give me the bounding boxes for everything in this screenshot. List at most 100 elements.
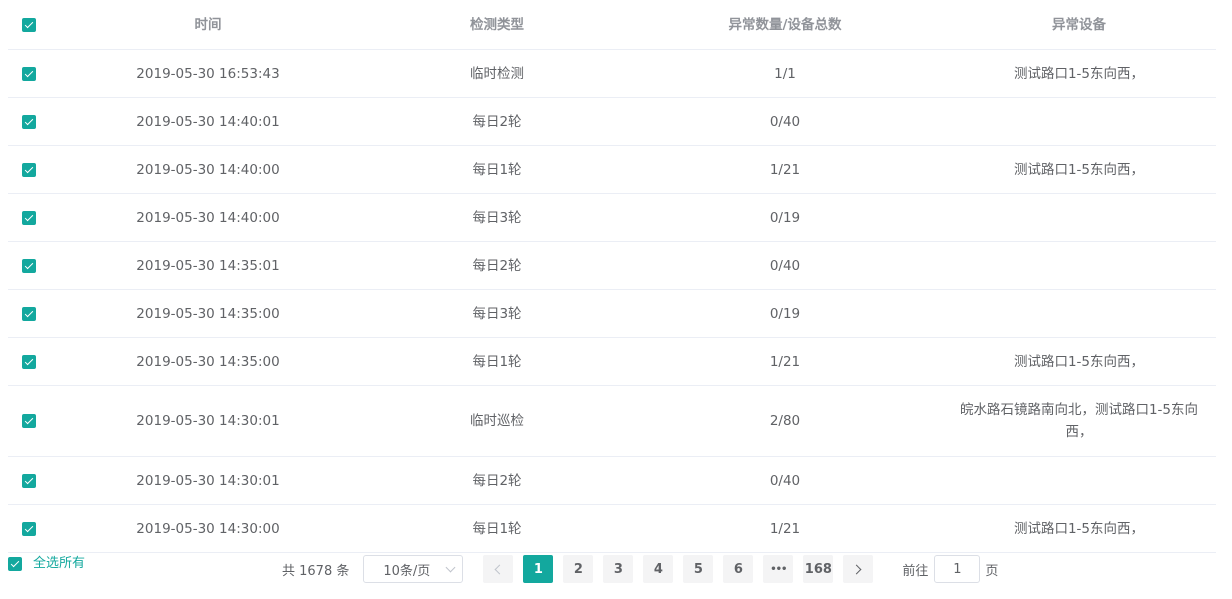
row-time: 2019-05-30 14:40:00 [136, 209, 280, 226]
row-checkbox-icon[interactable] [22, 306, 36, 321]
row-count: 0/19 [769, 209, 801, 226]
page: 时间 检测类型 异常数量/设备总数 异常设备 2019-05-30 16:53:… [0, 0, 1232, 599]
header-check-cell [8, 17, 50, 32]
page-size-value: 10条/页 [383, 563, 431, 579]
row-type: 每日1轮 [472, 520, 522, 537]
table-row[interactable]: 2019-05-30 14:30:01 临时巡检 2/80 皖水路石镜路南向北，测试路… [8, 386, 1216, 457]
row-device: 测试路口1-5东向西， [1013, 520, 1145, 537]
row-count: 1/1 [774, 65, 796, 82]
page-1-button[interactable]: 1 [523, 555, 554, 583]
row-checkbox-icon[interactable] [22, 66, 36, 81]
row-check-cell [8, 414, 50, 428]
next-page-button[interactable] [843, 555, 874, 583]
row-count: 2/80 [769, 413, 801, 429]
row-type: 每日2轮 [472, 257, 522, 274]
row-type: 临时检测 [470, 65, 524, 82]
row-checkbox-icon[interactable] [22, 354, 36, 369]
header-time[interactable]: 时间 [50, 14, 366, 36]
row-check-cell [8, 114, 50, 129]
row-checkbox-icon[interactable] [22, 210, 36, 225]
page-size-select[interactable]: 10条/页 [363, 555, 464, 583]
row-checkbox-icon[interactable] [22, 414, 36, 428]
more-pages-button[interactable]: ••• [763, 555, 794, 583]
row-count: 0/40 [769, 257, 801, 274]
table-row[interactable]: 2019-05-30 16:53:43 临时检测 1/1 测试路口1-5东向西， [8, 50, 1216, 98]
row-check-cell [8, 354, 50, 369]
row-check-cell [8, 521, 50, 536]
select-all[interactable]: 全选所有 [8, 554, 85, 574]
select-all-checkbox-icon[interactable] [8, 557, 22, 571]
row-count: 0/40 [769, 472, 801, 489]
row-check-cell [8, 210, 50, 225]
header-device[interactable]: 异常设备 [942, 14, 1216, 36]
header-type[interactable]: 检测类型 [366, 14, 628, 36]
chevron-down-icon [445, 562, 456, 573]
row-device: 测试路口1-5东向西， [1013, 353, 1145, 370]
table-row[interactable]: 2019-05-30 14:40:00 每日1轮 1/21 测试路口1-5东向西， [8, 146, 1216, 194]
row-count: 0/40 [769, 113, 801, 130]
pagination: 共 1678 条 10条/页 1 2 3 4 5 6 ••• 168 前往 页 [282, 555, 998, 583]
row-checkbox-icon[interactable] [22, 162, 36, 177]
row-type: 每日3轮 [472, 209, 522, 226]
row-count: 1/21 [769, 353, 801, 370]
row-count: 1/21 [769, 520, 801, 537]
table-row[interactable]: 2019-05-30 14:40:00 每日3轮 0/19 [8, 194, 1216, 242]
row-time: 2019-05-30 14:40:00 [136, 161, 280, 178]
header-checkbox-icon[interactable] [22, 17, 36, 32]
row-time: 2019-05-30 14:35:01 [136, 257, 280, 274]
row-type: 每日1轮 [472, 353, 522, 370]
goto-page: 前往 页 [902, 555, 998, 583]
row-checkbox-icon[interactable] [22, 473, 36, 488]
row-time: 2019-05-30 16:53:43 [136, 65, 280, 82]
row-type: 每日3轮 [472, 305, 522, 322]
row-time: 2019-05-30 14:30:01 [136, 472, 280, 489]
page-2-button[interactable]: 2 [563, 555, 594, 583]
goto-prefix: 前往 [902, 563, 929, 579]
row-device: 测试路口1-5东向西， [1013, 161, 1145, 178]
table-row[interactable]: 2019-05-30 14:30:00 每日1轮 1/21 测试路口1-5东向西， [8, 505, 1216, 553]
page-3-button[interactable]: 3 [603, 555, 634, 583]
chevron-right-icon [851, 564, 862, 574]
row-device: 皖水路石镜路南向北，测试路口1-5东向西， [959, 402, 1199, 440]
row-checkbox-icon[interactable] [22, 521, 36, 536]
row-time: 2019-05-30 14:30:00 [136, 520, 280, 537]
prev-page-button[interactable] [483, 555, 514, 583]
select-all-label[interactable]: 全选所有 [33, 554, 85, 574]
goto-suffix: 页 [985, 563, 999, 579]
inspection-table: 时间 检测类型 异常数量/设备总数 异常设备 2019-05-30 16:53:… [8, 0, 1216, 553]
row-count: 1/21 [769, 161, 801, 178]
row-time: 2019-05-30 14:30:01 [136, 413, 280, 429]
row-time: 2019-05-30 14:35:00 [136, 305, 280, 322]
row-check-cell [8, 258, 50, 273]
row-check-cell [8, 473, 50, 488]
total-count: 共 1678 条 [282, 563, 350, 579]
table-row[interactable]: 2019-05-30 14:30:01 每日2轮 0/40 [8, 457, 1216, 505]
table-row[interactable]: 2019-05-30 14:40:01 每日2轮 0/40 [8, 98, 1216, 146]
row-time: 2019-05-30 14:35:00 [136, 353, 280, 370]
row-check-cell [8, 306, 50, 321]
row-type: 每日2轮 [472, 472, 522, 489]
table-row[interactable]: 2019-05-30 14:35:00 每日3轮 0/19 [8, 290, 1216, 338]
row-checkbox-icon[interactable] [22, 258, 36, 273]
row-type: 每日1轮 [472, 161, 522, 178]
table-row[interactable]: 2019-05-30 14:35:01 每日2轮 0/40 [8, 242, 1216, 290]
row-check-cell [8, 66, 50, 81]
row-device: 测试路口1-5东向西， [1013, 65, 1145, 82]
page-4-button[interactable]: 4 [643, 555, 674, 583]
header-count[interactable]: 异常数量/设备总数 [628, 14, 942, 36]
page-5-button[interactable]: 5 [683, 555, 714, 583]
row-check-cell [8, 162, 50, 177]
row-type: 每日2轮 [472, 113, 522, 130]
table-row[interactable]: 2019-05-30 14:35:00 每日1轮 1/21 测试路口1-5东向西， [8, 338, 1216, 386]
table-body: 2019-05-30 16:53:43 临时检测 1/1 测试路口1-5东向西， 201… [8, 50, 1216, 553]
row-time: 2019-05-30 14:40:01 [136, 113, 280, 130]
chevron-left-icon [494, 564, 505, 574]
table-header: 时间 检测类型 异常数量/设备总数 异常设备 [8, 0, 1216, 50]
goto-page-input[interactable] [934, 555, 981, 583]
row-type: 临时巡检 [470, 413, 524, 429]
page-168-button[interactable]: 168 [803, 555, 834, 583]
row-count: 0/19 [769, 305, 801, 322]
table-footer: 全选所有 共 1678 条 10条/页 1 2 3 4 5 6 ••• 168 … [0, 552, 1232, 592]
page-6-button[interactable]: 6 [723, 555, 754, 583]
row-checkbox-icon[interactable] [22, 114, 36, 129]
